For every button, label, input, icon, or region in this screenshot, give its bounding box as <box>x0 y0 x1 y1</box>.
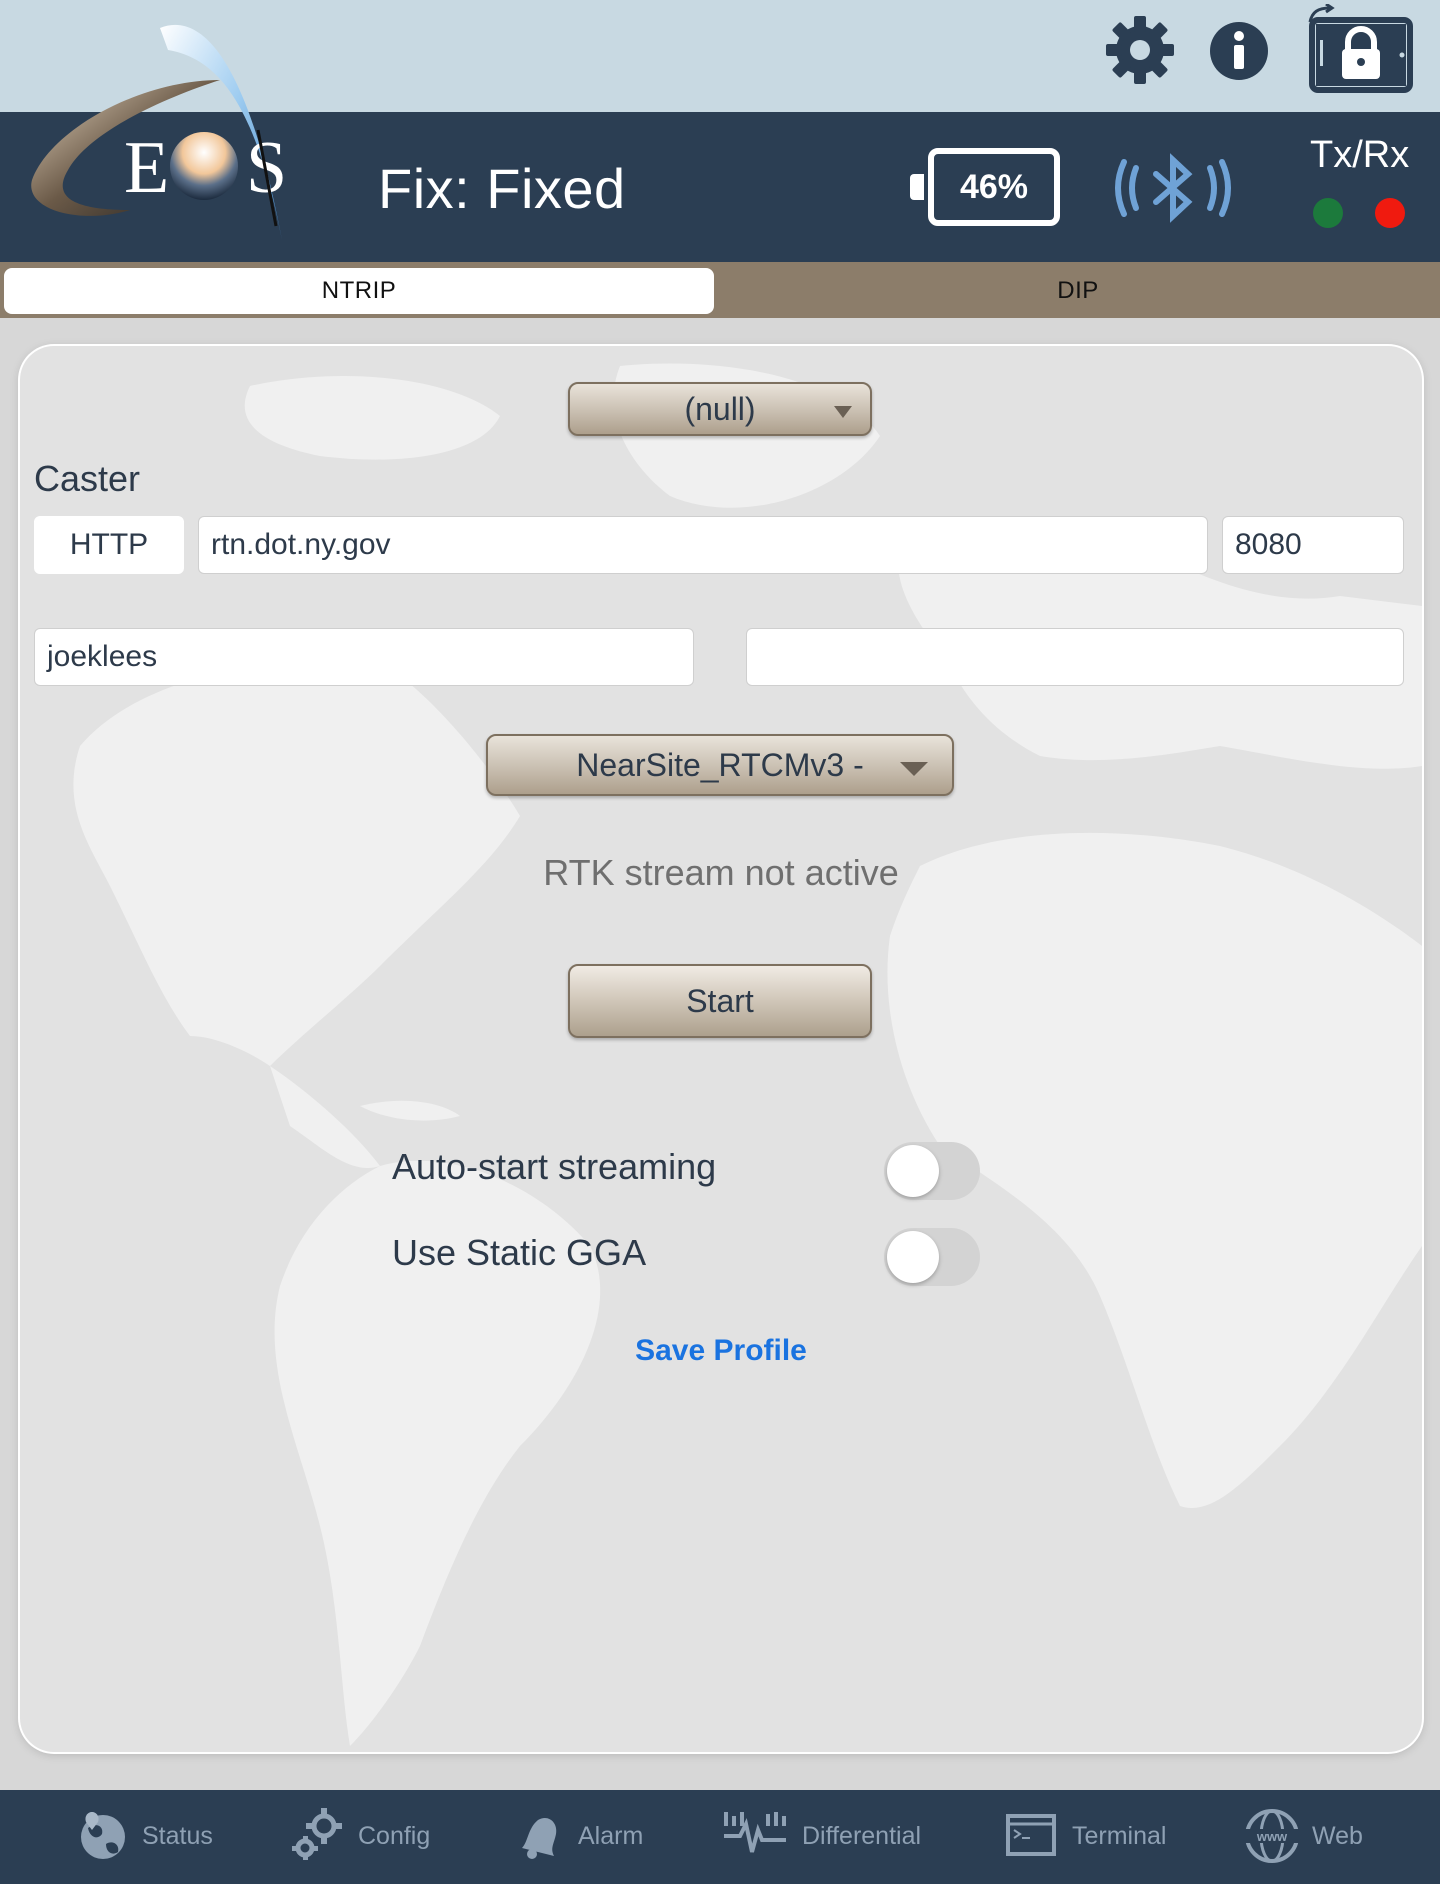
username-input[interactable]: joeklees <box>34 628 694 686</box>
nav-web-label: Web <box>1312 1822 1363 1850</box>
mountpoint-dropdown[interactable]: NearSite_RTCMv3 - <box>486 734 954 796</box>
start-button[interactable]: Start <box>568 964 872 1038</box>
static-gga-label: Use Static GGA <box>392 1232 647 1273</box>
mountpoint-dropdown-value: NearSite_RTCMv3 - <box>576 747 864 783</box>
info-icon[interactable] <box>1208 20 1270 82</box>
nav-differential-label: Differential <box>802 1822 922 1850</box>
nav-alarm[interactable]: Alarm <box>514 1804 664 1868</box>
nav-terminal-label: Terminal <box>1072 1822 1167 1850</box>
profile-dropdown-value: (null) <box>684 391 756 427</box>
fix-status: Fix: Fixed <box>378 157 626 220</box>
chevron-down-icon <box>900 762 928 776</box>
tab-dip[interactable]: DIP <box>720 268 1436 314</box>
ntrip-panel: (null) Caster HTTP rtn.dot.ny.gov 8080 j… <box>20 346 1422 1752</box>
bell-icon <box>522 1817 557 1859</box>
tx-led <box>1313 198 1343 228</box>
nav-config-label: Config <box>358 1822 431 1850</box>
host-input[interactable]: rtn.dot.ny.gov <box>198 516 1208 574</box>
gear-icon[interactable] <box>1104 14 1176 86</box>
nav-differential[interactable]: Differential <box>722 1804 942 1868</box>
svg-text:www: www <box>1256 1829 1288 1844</box>
battery-tip <box>910 174 924 200</box>
tab-ntrip[interactable]: NTRIP <box>4 268 714 314</box>
profile-dropdown[interactable]: (null) <box>568 382 872 436</box>
lock-icon[interactable] <box>1296 4 1416 94</box>
eos-logo: E S <box>31 24 287 241</box>
password-input[interactable] <box>746 628 1404 686</box>
bottom-nav: Status Config Alarm Differential Termina… <box>0 1790 1440 1884</box>
nav-web[interactable]: www Web <box>1244 1804 1394 1868</box>
www-icon: www <box>1245 1809 1299 1863</box>
nav-config[interactable]: Config <box>292 1804 442 1868</box>
battery-percent: 46% <box>959 168 1029 206</box>
rx-led <box>1375 198 1405 228</box>
nav-alarm-label: Alarm <box>578 1822 644 1850</box>
protocol-selector[interactable]: HTTP <box>34 516 184 574</box>
save-profile-link[interactable]: Save Profile <box>20 1334 1422 1368</box>
terminal-icon <box>1006 1814 1056 1856</box>
bluetooth-icon[interactable] <box>1112 148 1234 228</box>
nav-status[interactable]: Status <box>78 1804 228 1868</box>
caster-label: Caster <box>34 458 141 499</box>
port-input[interactable]: 8080 <box>1222 516 1404 574</box>
nav-terminal[interactable]: Terminal <box>1006 1804 1186 1868</box>
toggle-knob <box>887 1231 939 1283</box>
auto-start-label: Auto-start streaming <box>392 1146 717 1187</box>
stream-status-text: RTK stream not active <box>543 852 899 893</box>
toggle-knob <box>887 1145 939 1197</box>
tab-bar: NTRIP DIP <box>0 262 1440 318</box>
globe-icon <box>81 1812 125 1859</box>
static-gga-toggle[interactable] <box>884 1228 980 1286</box>
waveform-icon <box>724 1812 786 1853</box>
chevron-down-icon <box>834 406 852 418</box>
auto-start-toggle[interactable] <box>884 1142 980 1200</box>
nav-status-label: Status <box>142 1822 213 1850</box>
battery-indicator: 46% <box>910 148 1062 228</box>
svg-text:E: E <box>124 127 169 209</box>
txrx-label: Tx/Rx <box>1310 134 1410 176</box>
gears-icon <box>292 1808 342 1860</box>
